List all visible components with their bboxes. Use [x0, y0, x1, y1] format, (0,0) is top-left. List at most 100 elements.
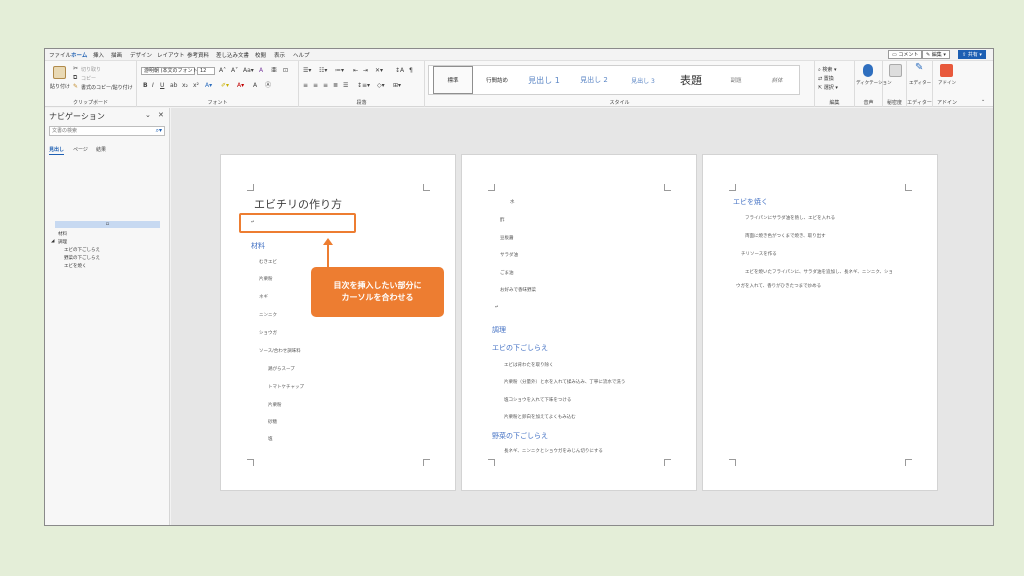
- format-painter-icon[interactable]: ✎: [73, 83, 78, 90]
- phonetic-guide-icon[interactable]: 亜: [271, 67, 277, 74]
- find-button[interactable]: ⌕ 検索 ▾: [818, 66, 837, 73]
- editor-icon[interactable]: ✎: [915, 63, 923, 73]
- align-center-icon[interactable]: ≡: [313, 82, 318, 89]
- document-page-2[interactable]: 水 酢 豆板醤 サラダ油 ごま油 お好みで香味野菜 ↵ 調理 エビの下ごしらえ …: [461, 154, 697, 491]
- font-name-select[interactable]: 游明朝 (本文のフォント: [141, 67, 198, 75]
- styles-gallery: 標準 行間詰め 見出し 1 見出し 2 見出し 3 表題 副題 斜体: [428, 65, 800, 95]
- nav-search-input[interactable]: 文書の検索 ⌕▾: [49, 126, 165, 136]
- decrease-indent-icon[interactable]: ⇤: [353, 67, 358, 74]
- cursor-paragraph-mark[interactable]: ↵: [251, 220, 255, 225]
- bullets-icon[interactable]: ☰▾: [303, 67, 311, 74]
- margin-mark: [664, 184, 671, 191]
- justify-icon[interactable]: ≣: [333, 82, 338, 89]
- ingredient-line: 鶏がらスープ: [268, 367, 295, 372]
- highlight-icon[interactable]: ✐▾: [221, 82, 229, 89]
- tab-layout[interactable]: レイアウト: [157, 51, 185, 59]
- style-emphasis[interactable]: 斜体: [759, 66, 795, 94]
- copy-icon[interactable]: ⧉: [73, 74, 77, 81]
- comment-button[interactable]: ▭ コメント: [888, 50, 923, 59]
- microphone-icon[interactable]: [863, 64, 873, 77]
- subscript-icon[interactable]: x₂: [182, 82, 188, 89]
- line-spacing-icon[interactable]: ↕≡▾: [357, 82, 370, 89]
- nav-heading-item[interactable]: 野菜の下ごしらえ: [64, 255, 100, 261]
- tab-view[interactable]: 表示: [274, 51, 285, 59]
- style-no-spacing[interactable]: 行間詰め: [477, 66, 517, 94]
- text-effects-icon[interactable]: A▾: [205, 82, 212, 89]
- replace-button[interactable]: ⇄ 置換: [818, 75, 834, 82]
- shrink-font-icon[interactable]: A˅: [231, 67, 238, 74]
- editing-group-label: 編集: [829, 100, 840, 106]
- edit-mode-button[interactable]: ✎ 編集 ▾: [922, 50, 950, 59]
- document-page-1[interactable]: エビチリの作り方 ↵ 材料 むきエビ 片栗粉 ネギ ニンニク ショウガ ソース/…: [220, 154, 456, 491]
- editor-button[interactable]: エディター: [909, 80, 931, 86]
- addins-icon[interactable]: [940, 64, 953, 77]
- sort-icon[interactable]: ↕A: [395, 67, 404, 74]
- tab-help[interactable]: ヘルプ: [293, 51, 310, 59]
- multilevel-list-icon[interactable]: ≔▾: [335, 67, 344, 74]
- collapse-ribbon-icon[interactable]: ⌄: [981, 97, 985, 104]
- char-border-icon[interactable]: Ⓐ: [265, 82, 271, 89]
- tab-design[interactable]: デザイン: [130, 51, 152, 59]
- tab-home[interactable]: ホーム: [71, 51, 88, 62]
- shading-icon[interactable]: ◇▾: [377, 82, 385, 89]
- addins-button[interactable]: アドイン: [938, 80, 956, 86]
- bold-icon[interactable]: B: [143, 82, 148, 89]
- empty-paragraph: ↵: [495, 305, 499, 310]
- nav-options-icon[interactable]: ⌄: [145, 111, 151, 119]
- increase-indent-icon[interactable]: ⇥: [363, 67, 368, 74]
- italic-icon[interactable]: I: [152, 82, 154, 89]
- search-icon[interactable]: ⌕▾: [156, 127, 162, 135]
- style-normal[interactable]: 標準: [433, 66, 473, 94]
- cut-button[interactable]: 切り取り: [81, 66, 101, 73]
- chevron-down-icon[interactable]: ◢: [51, 239, 54, 244]
- tab-references[interactable]: 参考資料: [187, 51, 209, 59]
- select-button[interactable]: ⇱ 選択 ▾: [818, 84, 838, 91]
- paste-icon[interactable]: [53, 66, 66, 79]
- tab-draw[interactable]: 描画: [111, 51, 122, 59]
- share-button[interactable]: ⇪ 共有 ▾: [958, 50, 986, 59]
- font-color-icon[interactable]: A▾: [237, 82, 244, 89]
- style-heading-1[interactable]: 見出し 1: [521, 66, 567, 94]
- align-right-icon[interactable]: ≡: [323, 82, 328, 89]
- format-painter-button[interactable]: 書式のコピー/貼り付け: [81, 84, 133, 91]
- document-page-3[interactable]: エビを焼く フライパンにサラダ油を熱し、エビを入れる 両面に焼き色がつくまで焼き…: [702, 154, 938, 491]
- borders-icon[interactable]: ⊞▾: [393, 82, 401, 89]
- cut-icon[interactable]: ✂: [73, 65, 78, 72]
- tab-file[interactable]: ファイル: [49, 51, 71, 59]
- nav-search-placeholder: 文書の検索: [52, 128, 78, 134]
- nav-heading-item[interactable]: 材料: [58, 231, 67, 237]
- tab-headings[interactable]: 見出し: [49, 146, 65, 155]
- cursor-icon: ⇱: [818, 85, 823, 91]
- tab-results[interactable]: 結果: [96, 146, 106, 153]
- tab-review[interactable]: 校閲: [255, 51, 266, 59]
- superscript-icon[interactable]: x²: [193, 82, 199, 89]
- style-heading-2[interactable]: 見出し 2: [571, 66, 617, 94]
- strikethrough-icon[interactable]: ab: [170, 82, 178, 89]
- style-title[interactable]: 表題: [669, 66, 713, 94]
- grow-font-icon[interactable]: A˄: [219, 67, 226, 74]
- style-subtitle[interactable]: 副題: [717, 66, 755, 94]
- show-marks-icon[interactable]: ¶: [409, 67, 413, 74]
- nav-heading-item[interactable]: 調理: [58, 239, 67, 245]
- nav-heading-item[interactable]: エビの下ごしらえ: [64, 247, 100, 253]
- distribute-icon[interactable]: ☰: [343, 82, 348, 89]
- enclose-char-icon[interactable]: ⊡: [283, 67, 288, 74]
- copy-button[interactable]: コピー: [81, 75, 96, 82]
- style-heading-3[interactable]: 見出し 3: [621, 66, 665, 94]
- clear-formatting-icon[interactable]: A: [259, 67, 263, 74]
- sensitivity-icon[interactable]: [889, 64, 902, 77]
- paste-button[interactable]: 貼り付け: [50, 83, 70, 90]
- font-size-select[interactable]: 12: [197, 67, 215, 75]
- nav-heading-item[interactable]: エビを焼く: [64, 263, 87, 269]
- tab-insert[interactable]: 挿入: [93, 51, 104, 59]
- chinese-layout-icon[interactable]: ✕▾: [375, 67, 383, 74]
- align-left-icon[interactable]: ≡: [303, 82, 308, 89]
- close-icon[interactable]: ✕: [158, 111, 164, 119]
- char-shading-icon[interactable]: A: [253, 82, 257, 89]
- tab-pages[interactable]: ページ: [73, 146, 88, 153]
- change-case-icon[interactable]: Aa▾: [243, 67, 254, 74]
- underline-icon[interactable]: U: [160, 82, 164, 89]
- tab-mailings[interactable]: 差し込み文書: [216, 51, 249, 59]
- numbering-icon[interactable]: ☷▾: [319, 67, 327, 74]
- nav-selected-heading[interactable]: ▫: [55, 221, 160, 228]
